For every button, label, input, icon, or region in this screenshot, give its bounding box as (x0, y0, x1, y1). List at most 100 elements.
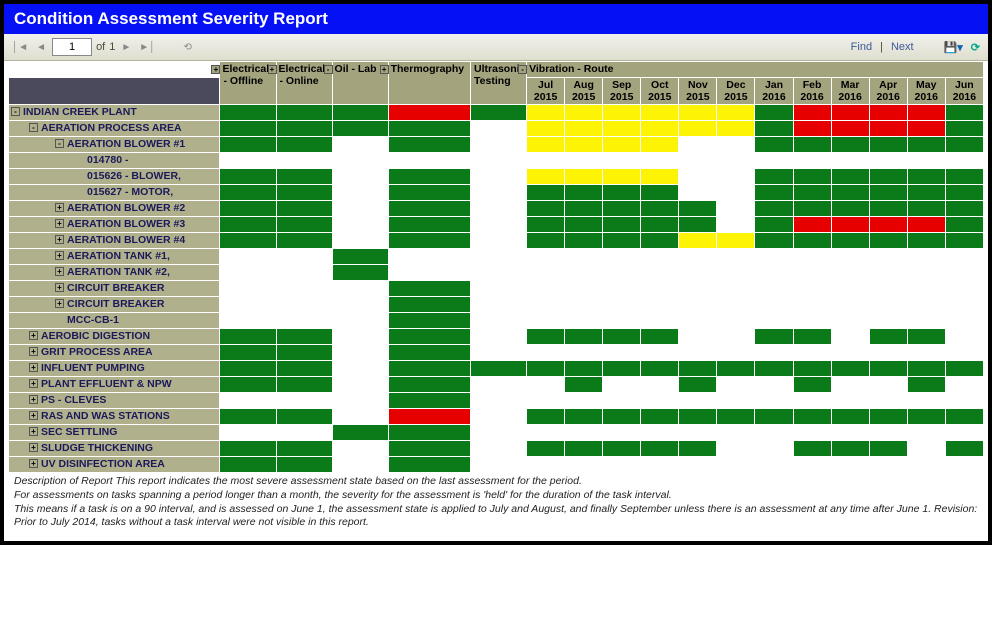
row-toggle[interactable]: + (29, 347, 38, 356)
row-label[interactable]: +RAS AND WAS STATIONS (9, 409, 220, 425)
severity-cell (945, 345, 983, 361)
severity-cell (831, 377, 869, 393)
page-number-input[interactable] (52, 38, 92, 56)
month-header[interactable]: Nov 2015 (679, 78, 717, 105)
month-header[interactable]: Jul 2015 (527, 78, 565, 105)
severity-cell (565, 425, 603, 441)
row-toggle[interactable]: + (55, 203, 64, 212)
month-header[interactable]: Mar 2016 (831, 78, 869, 105)
first-page-icon[interactable]: │◄ (10, 42, 30, 53)
severity-cell (565, 393, 603, 409)
severity-cell (276, 121, 332, 137)
row-label[interactable]: MCC-CB-1 (9, 313, 220, 329)
row-toggle[interactable]: + (29, 331, 38, 340)
export-icon[interactable]: 💾▾ (942, 41, 965, 54)
row-toggle[interactable]: - (29, 123, 38, 132)
severity-cell (220, 233, 276, 249)
row-label[interactable]: +AERATION BLOWER #3 (9, 217, 220, 233)
month-header[interactable]: May 2016 (907, 78, 945, 105)
row-label[interactable]: +PLANT EFFLUENT & NPW (9, 377, 220, 393)
row-label[interactable]: +SLUDGE THICKENING (9, 441, 220, 457)
row-toggle[interactable]: + (29, 427, 38, 436)
row-toggle[interactable]: + (55, 251, 64, 260)
month-header[interactable]: Sep 2015 (603, 78, 641, 105)
row-toggle[interactable]: + (29, 363, 38, 372)
row-label[interactable]: +CIRCUIT BREAKER (9, 297, 220, 313)
back-icon[interactable]: ⟲ (181, 42, 193, 53)
row-label[interactable]: +AERATION BLOWER #2 (9, 201, 220, 217)
row-label[interactable]: -AERATION PROCESS AREA (9, 121, 220, 137)
col-header-therm[interactable]: +Thermography (388, 62, 470, 105)
month-header[interactable]: Jun 2016 (945, 78, 983, 105)
severity-cell (220, 425, 276, 441)
row-label[interactable]: +SEC SETTLING (9, 425, 220, 441)
severity-cell (332, 457, 388, 473)
row-label[interactable]: +INFLUENT PUMPING (9, 361, 220, 377)
row-label[interactable]: +AERATION BLOWER #4 (9, 233, 220, 249)
severity-cell (603, 201, 641, 217)
month-header[interactable]: Jan 2016 (755, 78, 793, 105)
severity-cell (793, 457, 831, 473)
severity-cell (907, 457, 945, 473)
row-label[interactable]: 014780 - (9, 153, 220, 169)
row-label[interactable]: +UV DISINFECTION AREA (9, 457, 220, 473)
row-label[interactable]: +CIRCUIT BREAKER (9, 281, 220, 297)
next-link[interactable]: Next (887, 41, 918, 53)
row-toggle[interactable]: + (55, 283, 64, 292)
find-link[interactable]: Find (847, 41, 876, 53)
severity-cell (276, 425, 332, 441)
col-header-vibration[interactable]: -Vibration - Route (527, 62, 984, 78)
row-label[interactable]: +PS - CLEVES (9, 393, 220, 409)
severity-cell (332, 169, 388, 185)
prev-page-icon[interactable]: ◄ (34, 42, 48, 53)
severity-cell (945, 201, 983, 217)
severity-cell (641, 185, 679, 201)
severity-cell (332, 137, 388, 153)
severity-cell (220, 457, 276, 473)
row-toggle[interactable]: + (55, 267, 64, 276)
row-label[interactable]: -INDIAN CREEK PLANT (9, 105, 220, 121)
severity-cell (565, 233, 603, 249)
row-label[interactable]: -AERATION BLOWER #1 (9, 137, 220, 153)
severity-cell (831, 265, 869, 281)
row-toggle[interactable]: + (29, 395, 38, 404)
col-toggle-eon[interactable]: + (268, 65, 277, 74)
col-toggle-oil[interactable]: - (324, 65, 333, 74)
severity-cell (793, 361, 831, 377)
col-toggle-vibration[interactable]: - (518, 65, 527, 74)
severity-cell (527, 249, 565, 265)
refresh-icon[interactable]: ⟳ (969, 41, 982, 54)
row-label[interactable]: +GRIT PROCESS AREA (9, 345, 220, 361)
month-header[interactable]: Oct 2015 (641, 78, 679, 105)
severity-cell (527, 409, 565, 425)
severity-cell (471, 169, 527, 185)
row-toggle[interactable]: + (55, 299, 64, 308)
next-page-icon[interactable]: ► (119, 42, 133, 53)
row-toggle[interactable]: + (55, 235, 64, 244)
row-toggle[interactable]: + (29, 411, 38, 420)
row-label[interactable]: +AEROBIC DIGESTION (9, 329, 220, 345)
col-toggle-eoff[interactable]: + (211, 65, 220, 74)
last-page-icon[interactable]: ►│ (137, 42, 157, 53)
row-toggle[interactable]: + (55, 219, 64, 228)
severity-cell (831, 361, 869, 377)
severity-cell (793, 377, 831, 393)
row-toggle[interactable]: + (29, 443, 38, 452)
severity-cell (565, 441, 603, 457)
month-header[interactable]: Apr 2016 (869, 78, 907, 105)
row-toggle[interactable]: - (11, 107, 20, 116)
row-label[interactable]: +AERATION TANK #2, (9, 265, 220, 281)
severity-cell (945, 313, 983, 329)
row-toggle[interactable]: - (55, 139, 64, 148)
month-header[interactable]: Aug 2015 (565, 78, 603, 105)
severity-cell (869, 217, 907, 233)
col-toggle-therm[interactable]: + (380, 65, 389, 74)
month-header[interactable]: Dec 2015 (717, 78, 755, 105)
row-label[interactable]: 015626 - BLOWER, (9, 169, 220, 185)
row-label[interactable]: +AERATION TANK #1, (9, 249, 220, 265)
row-toggle[interactable]: + (29, 379, 38, 388)
row-toggle[interactable]: + (29, 459, 38, 468)
row-label[interactable]: 015627 - MOTOR, (9, 185, 220, 201)
severity-cell (641, 105, 679, 121)
month-header[interactable]: Feb 2016 (793, 78, 831, 105)
